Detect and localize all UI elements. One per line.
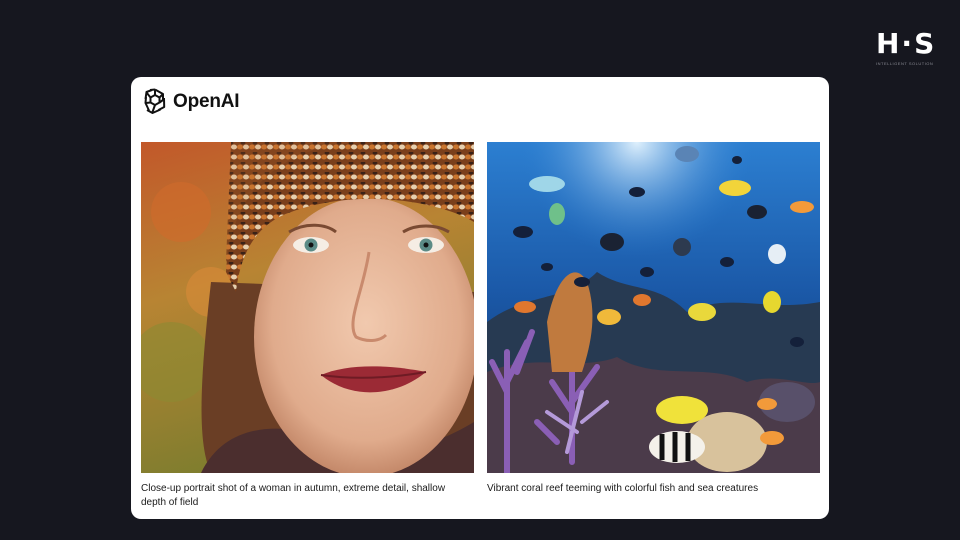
openai-brand: OpenAI [141,86,240,119]
openai-wordmark: OpenAI [173,91,240,112]
portrait-photo [141,142,474,473]
coral-reef-caption: Vibrant coral reef teeming with colorful… [487,483,759,494]
hs-logo-mark: H·S [876,27,937,60]
openai-logo-icon [141,86,169,119]
coral-reef-photo [487,142,820,473]
image-showcase-card: OpenAI Close-up portrait shot of a woman… [131,77,829,519]
hs-logo-subtext: INTELLIGENT SOLUTION [876,61,934,66]
portrait-caption: Close-up portrait shot of a woman in aut… [141,483,446,508]
corner-logo: H·S INTELLIGENT SOLUTION [876,28,934,70]
